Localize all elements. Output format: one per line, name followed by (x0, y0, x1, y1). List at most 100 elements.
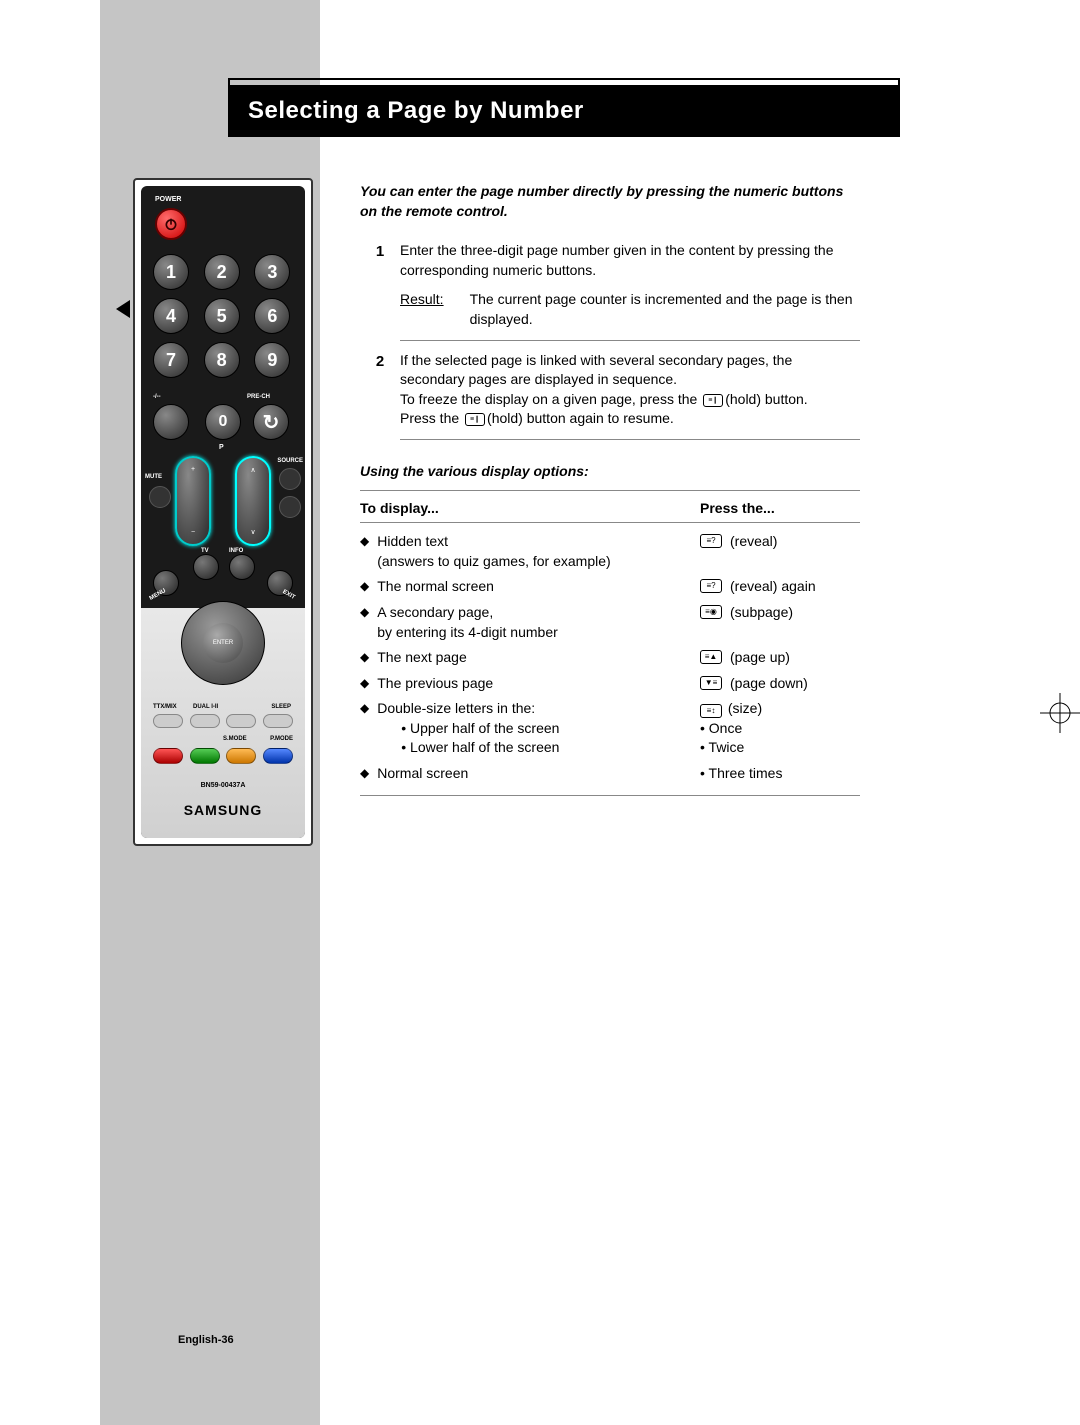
red-button[interactable] (153, 748, 183, 764)
ttx-button[interactable] (153, 714, 183, 728)
table-row: ◆ Normal screen • Three times (360, 761, 860, 787)
table-row: ◆ The next page ≡▲(page up) (360, 645, 860, 671)
channel-rocker[interactable]: ∧ ∨ (235, 456, 271, 546)
row-left: The previous page (377, 674, 493, 694)
options-table: To display... Press the... ◆ Hidden text… (360, 499, 860, 796)
table-row: ◆ Double-size letters in the: • Upper ha… (360, 696, 860, 761)
power-label: POWER (155, 196, 181, 203)
txt: To freeze the display on a given page, p… (400, 391, 701, 407)
reveal-icon: ≡? (700, 579, 722, 593)
table-row: ◆ The normal screen ≡? (reveal) again (360, 574, 860, 600)
source-button[interactable] (279, 468, 301, 490)
result-label: Result: (400, 290, 444, 329)
source-button-2[interactable] (279, 496, 301, 518)
prech-label: PRE-CH (247, 394, 270, 400)
chevron-up-icon: ∧ (250, 466, 255, 474)
dpad[interactable]: ENTER (181, 601, 265, 685)
diamond-icon: ◆ (360, 764, 369, 784)
row-right: (subpage) (730, 603, 793, 623)
num-5[interactable]: 5 (204, 298, 240, 334)
num-4[interactable]: 4 (153, 298, 189, 334)
power-button[interactable] (155, 208, 187, 240)
dash-button[interactable] (153, 404, 189, 440)
row-right: (page down) (730, 674, 808, 694)
source-label: SOURCE (277, 458, 303, 464)
row-right-sub: • Twice (700, 738, 762, 758)
diamond-icon: ◆ (360, 577, 369, 597)
exit-label: EXIT (281, 589, 296, 601)
tv-button[interactable] (193, 554, 219, 580)
txt: Lower half of the screen (410, 739, 559, 755)
model-number: BN59-00437A (141, 782, 305, 789)
num-7[interactable]: 7 (153, 342, 189, 378)
sleep-button[interactable] (263, 714, 293, 728)
txt: Three times (709, 765, 783, 781)
txt: Press the (400, 410, 463, 426)
col-press: Press the... (700, 499, 860, 519)
volume-rocker[interactable]: + − (175, 456, 211, 546)
txt: Upper half of the screen (410, 720, 559, 736)
col-display: To display... (360, 499, 700, 519)
smode-label: S.MODE (223, 736, 247, 742)
title-bar: Selecting a Page by Number (228, 85, 900, 137)
enter-label: ENTER (213, 640, 233, 646)
step-2: 2 If the selected page is linked with se… (360, 351, 860, 429)
pagedown-icon: ▼≡ (700, 676, 722, 690)
txt: (hold) button again to resume. (487, 410, 674, 426)
diamond-icon: ◆ (360, 674, 369, 694)
blue-button[interactable] (263, 748, 293, 764)
row-right: (size) (728, 700, 762, 716)
page-number: English-36 (178, 1334, 234, 1346)
func-pill-row (153, 714, 293, 728)
num-9[interactable]: 9 (254, 342, 290, 378)
num-0[interactable]: 0 (205, 404, 241, 440)
step-body: Enter the three-digit page number given … (400, 241, 860, 329)
num-1[interactable]: 1 (153, 254, 189, 290)
mute-label: MUTE (145, 474, 162, 480)
pill-3[interactable] (226, 714, 256, 728)
row-right: (reveal) (730, 532, 777, 552)
step-text: Enter the three-digit page number given … (400, 241, 860, 280)
hold-icon: ≡❙ (703, 394, 723, 407)
dash-label: -/-- (153, 394, 161, 400)
divider (400, 439, 860, 440)
table-row: ◆ A secondary page, by entering its 4-di… (360, 600, 860, 645)
num-8[interactable]: 8 (204, 342, 240, 378)
dual-button[interactable] (190, 714, 220, 728)
row-sub: • Upper half of the screen (401, 719, 559, 739)
row-right-sub: • Three times (700, 764, 782, 784)
reveal-icon: ≡? (700, 534, 722, 548)
main-content: You can enter the page number directly b… (360, 182, 860, 804)
txt: Twice (709, 739, 745, 755)
row-sub: • Lower half of the screen (401, 738, 559, 758)
color-button-row (153, 748, 293, 764)
info-button[interactable] (229, 554, 255, 580)
prech-button[interactable]: ↻ (253, 404, 289, 440)
row-left: Hidden text (377, 532, 610, 552)
num-3[interactable]: 3 (254, 254, 290, 290)
row-right: (reveal) again (730, 577, 816, 597)
green-button[interactable] (190, 748, 220, 764)
plus-icon: + (191, 466, 195, 473)
table-row: ◆ Hidden text (answers to quiz games, fo… (360, 529, 860, 574)
yellow-button[interactable] (226, 748, 256, 764)
row-right: (page up) (730, 648, 790, 668)
mute-button[interactable] (149, 486, 171, 508)
step-number: 1 (360, 241, 400, 329)
table-header: To display... Press the... (360, 499, 860, 524)
title-frame-top (228, 78, 900, 85)
intro-text: You can enter the page number directly b… (360, 182, 860, 221)
minus-icon: − (191, 529, 195, 536)
row-left: The normal screen (377, 577, 494, 597)
row-left: The next page (377, 648, 467, 668)
enter-button[interactable]: ENTER (203, 623, 243, 663)
divider (360, 490, 860, 491)
remote-frame: POWER 1 2 3 4 5 6 7 8 9 -/-- PRE-CH 0 ↻ … (133, 178, 313, 846)
step-result: Result: The current page counter is incr… (400, 290, 860, 329)
num-6[interactable]: 6 (254, 298, 290, 334)
row-left-sub: by entering its 4-digit number (377, 623, 558, 643)
num-2[interactable]: 2 (204, 254, 240, 290)
callout-arrow-icon (116, 300, 130, 318)
txt: (hold) button. (725, 391, 808, 407)
p-label: P (219, 444, 224, 451)
